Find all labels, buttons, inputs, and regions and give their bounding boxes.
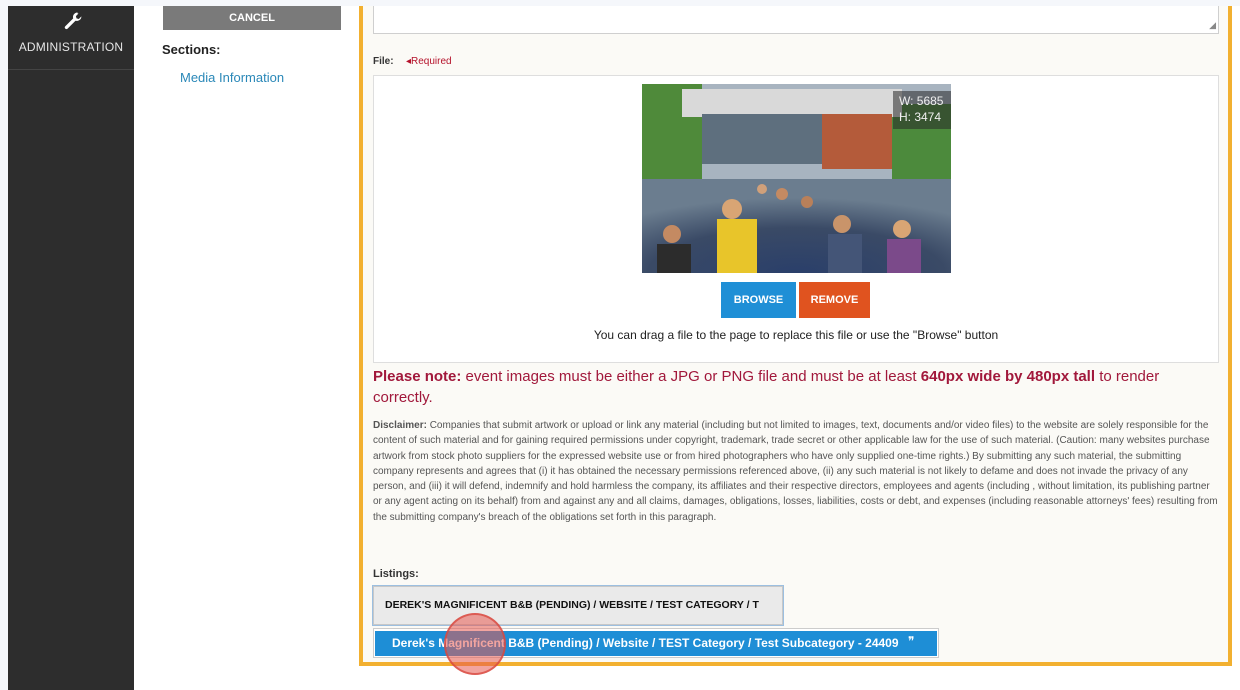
section-link-media-information[interactable]: Media Information [180, 70, 284, 85]
remove-button[interactable]: REMOVE [799, 282, 870, 318]
drag-hint-text: You can drag a file to the page to repla… [593, 328, 999, 342]
listing-select[interactable]: DEREK'S MAGNIFICENT B&B (PENDING) / WEBS… [373, 586, 783, 625]
resize-handle-icon[interactable]: ◢ [1209, 20, 1216, 31]
disclaimer-text: Disclaimer: Companies that submit artwor… [373, 418, 1221, 525]
cancel-button[interactable]: CANCEL [163, 6, 341, 30]
listing-option[interactable]: Derek's Magnificent B&B (Pending) / Webs… [375, 631, 937, 656]
image-width-label: W: 5685 [899, 94, 944, 108]
browse-button[interactable]: BROWSE [721, 282, 796, 318]
note-text-1: event images must be either a JPG or PNG… [461, 368, 921, 385]
disclaimer-lead: Disclaimer: [373, 420, 427, 431]
listings-label: Listings: [373, 568, 419, 580]
cursor-icon: ❞ [908, 634, 915, 648]
note-lead: Please note: [373, 368, 462, 385]
wrench-icon [64, 12, 82, 30]
side-navigation: ADMINISTRATION [8, 6, 134, 690]
note-bold: 640px wide by 480px tall [920, 368, 1096, 385]
nav-label-administration: ADMINISTRATION [18, 40, 124, 54]
sections-heading: Sections: [162, 42, 221, 57]
image-height-label: H: 3474 [899, 110, 942, 124]
image-dimensions-badge: W: 5685 H: 3474 [893, 91, 951, 129]
required-indicator: ◂Required [406, 56, 452, 67]
image-requirements-note: Please note: event images must be either… [373, 366, 1219, 408]
description-textarea[interactable]: ◢ [373, 6, 1219, 34]
file-label: File: [373, 56, 394, 67]
disclaimer-body: Companies that submit artwork or upload … [373, 420, 1218, 523]
nav-item-administration[interactable]: ADMINISTRATION [8, 6, 134, 70]
